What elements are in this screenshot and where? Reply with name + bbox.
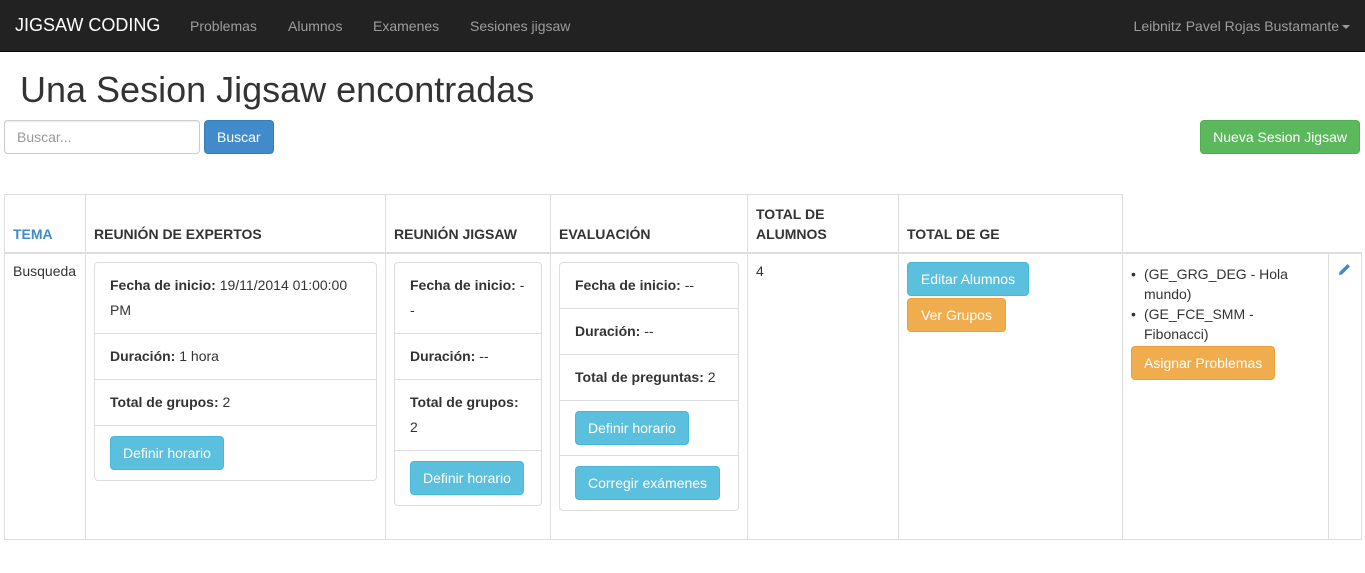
page-title: Una Sesion Jigsaw encontradas	[20, 69, 535, 110]
search-input[interactable]	[4, 120, 200, 154]
expertos-panel: Fecha de inicio: 19/11/2014 01:00:00 PM …	[94, 261, 377, 481]
expertos-fecha: Fecha de inicio: 19/11/2014 01:00:00 PM	[95, 263, 376, 334]
new-session-button[interactable]: Nueva Sesion Jigsaw	[1200, 120, 1360, 154]
evaluacion-panel: Fecha de inicio: -- Duración: -- Total d…	[559, 261, 739, 511]
duracion-value: 1 hora	[179, 347, 219, 364]
header-tema[interactable]: TEMA	[4, 194, 86, 254]
table-header-row: TEMA REUNIÓN DE EXPERTOS REUNIÓN JIGSAW …	[4, 194, 1362, 254]
preguntas-value: 2	[707, 368, 716, 385]
evaluacion-corregir-action: Corregir exámenes	[560, 456, 738, 510]
cell-total-alumnos: 4	[747, 252, 899, 540]
fecha-label: Fecha de inicio:	[110, 276, 216, 293]
nav-link-alumnos[interactable]: Alumnos	[288, 16, 342, 36]
evaluacion-duracion: Duración: --	[560, 309, 738, 355]
grupos-label: Total de grupos:	[110, 393, 219, 410]
expertos-duracion: Duración: 1 hora	[95, 334, 376, 380]
evaluacion-preguntas: Total de preguntas: 2	[560, 355, 738, 401]
jigsaw-define-schedule-button[interactable]: Definir horario	[410, 460, 524, 495]
edit-students-button[interactable]: Editar Alumnos	[907, 261, 1029, 296]
jigsaw-fecha: Fecha de inicio: --	[395, 263, 541, 334]
fecha-value: --	[684, 276, 695, 293]
grupos-value: 2	[222, 393, 231, 410]
list-item: (GE_FCE_SMM - Fibonacci)	[1131, 304, 1320, 344]
evaluacion-fecha: Fecha de inicio: --	[560, 263, 738, 309]
pencil-icon[interactable]	[1337, 263, 1351, 281]
grade-exams-button[interactable]: Corregir exámenes	[575, 465, 721, 500]
duracion-label: Duración:	[410, 347, 476, 364]
evaluacion-horario-action: Definir horario	[560, 401, 738, 456]
jigsaw-panel: Fecha de inicio: -- Duración: -- Total d…	[394, 261, 542, 506]
header-total-alumnos: TOTAL DE ALUMNOS	[747, 194, 899, 254]
header-total-ge: TOTAL DE GE	[898, 194, 1123, 254]
assign-problems-button[interactable]: Asignar Problemas	[1131, 345, 1276, 380]
expertos-grupos: Total de grupos: 2	[95, 380, 376, 426]
grupos-value: 2	[410, 418, 418, 435]
sort-tema-link[interactable]: TEMA	[13, 226, 53, 242]
header-blank	[1122, 194, 1329, 254]
grupos-label: Total de grupos:	[410, 393, 519, 410]
view-groups-button[interactable]: Ver Grupos	[907, 297, 1006, 332]
jigsaw-actions: Definir horario	[395, 451, 541, 505]
fecha-label: Fecha de inicio:	[575, 276, 681, 293]
ge-list: (GE_GRG_DEG - Hola mundo) (GE_FCE_SMM - …	[1131, 264, 1320, 344]
cell-evaluacion: Fecha de inicio: -- Duración: -- Total d…	[550, 252, 748, 540]
sessions-table: TEMA REUNIÓN DE EXPERTOS REUNIÓN JIGSAW …	[4, 194, 1362, 540]
duracion-label: Duración:	[110, 347, 176, 364]
duracion-value: --	[479, 347, 489, 364]
jigsaw-grupos: Total de grupos: 2	[395, 380, 541, 451]
table-row: Busqueda Fecha de inicio: 19/11/2014 01:…	[4, 252, 1362, 540]
nav-link-problemas[interactable]: Problemas	[190, 16, 257, 36]
cell-alumnos-actions: Editar Alumnos Ver Grupos	[898, 252, 1123, 540]
cell-jigsaw: Fecha de inicio: -- Duración: -- Total d…	[385, 252, 551, 540]
user-name: Leibnitz Pavel Rojas Bustamante	[1133, 18, 1339, 34]
duracion-label: Duración:	[575, 322, 641, 339]
nav-link-examenes[interactable]: Examenes	[373, 16, 439, 36]
evaluacion-define-schedule-button[interactable]: Definir horario	[575, 410, 689, 445]
expertos-define-schedule-button[interactable]: Definir horario	[110, 435, 224, 470]
cell-expertos: Fecha de inicio: 19/11/2014 01:00:00 PM …	[85, 252, 386, 540]
header-blank-actions	[1328, 194, 1362, 254]
search-button[interactable]: Buscar	[204, 120, 274, 154]
nav-link-sesiones[interactable]: Sesiones jigsaw	[470, 16, 570, 36]
cell-actions	[1328, 252, 1362, 540]
user-menu[interactable]: Leibnitz Pavel Rojas Bustamante	[1134, 16, 1350, 36]
expertos-actions: Definir horario	[95, 426, 376, 480]
jigsaw-duracion: Duración: --	[395, 334, 541, 380]
caret-down-icon	[1342, 25, 1350, 30]
header-expertos: REUNIÓN DE EXPERTOS	[85, 194, 386, 254]
header-jigsaw: REUNIÓN JIGSAW	[385, 194, 551, 254]
duracion-value: --	[644, 322, 654, 339]
header-evaluacion: EVALUACIÓN	[550, 194, 748, 254]
cell-tema: Busqueda	[4, 252, 86, 540]
list-item: (GE_GRG_DEG - Hola mundo)	[1131, 264, 1320, 304]
brand-logo[interactable]: JIGSAW CODING	[15, 15, 160, 35]
fecha-label: Fecha de inicio:	[410, 276, 516, 293]
top-navbar: JIGSAW CODING Problemas Alumnos Examenes…	[0, 0, 1365, 52]
preguntas-label: Total de preguntas:	[575, 368, 704, 385]
cell-ge: (GE_GRG_DEG - Hola mundo) (GE_FCE_SMM - …	[1122, 252, 1329, 540]
